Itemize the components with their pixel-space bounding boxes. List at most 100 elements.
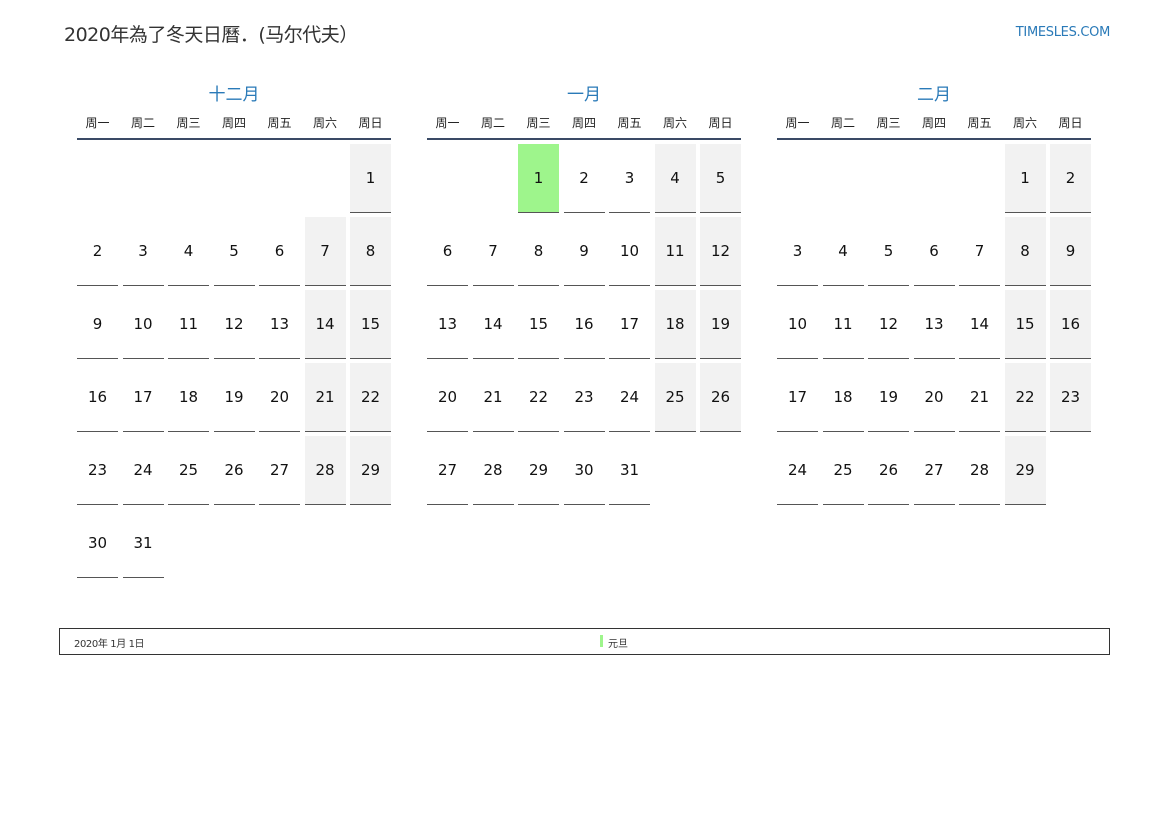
day-cell[interactable]: 28: [959, 436, 1000, 505]
day-cell[interactable]: 1: [350, 144, 391, 213]
day-cell[interactable]: 18: [822, 363, 864, 432]
day-cell[interactable]: 3: [777, 217, 818, 286]
day-cell[interactable]: 27: [913, 436, 955, 505]
empty-cell: [655, 436, 696, 504]
holiday-date: 2020年 1月 1日: [74, 639, 145, 650]
day-cell[interactable]: 19: [213, 363, 255, 432]
day-cell[interactable]: 25: [168, 436, 209, 505]
day-cell[interactable]: 11: [168, 290, 209, 359]
day-cell[interactable]: 5: [700, 144, 741, 213]
day-cell[interactable]: 22: [1004, 363, 1046, 432]
day-cell[interactable]: 27: [259, 436, 300, 505]
day-cell[interactable]: 31: [122, 509, 164, 578]
day-grid: 1 2 3 4 5 6 7 8 9 10 11 12 13 14 15 16 17 18 19 20 21 22 23 24 2…: [777, 144, 1091, 505]
day-cell[interactable]: 6: [259, 217, 300, 286]
day-cell[interactable]: 17: [777, 363, 818, 432]
day-cell[interactable]: 5: [213, 217, 255, 286]
day-cell[interactable]: 14: [472, 290, 514, 359]
day-cell[interactable]: 18: [168, 363, 209, 432]
day-cell[interactable]: 15: [518, 290, 559, 359]
day-cell[interactable]: 1: [1004, 144, 1046, 213]
day-cell[interactable]: 26: [700, 363, 741, 432]
day-cell[interactable]: 16: [1050, 290, 1091, 359]
day-cell[interactable]: 19: [868, 363, 909, 432]
day-cell[interactable]: 14: [304, 290, 346, 359]
day-cell[interactable]: 14: [959, 290, 1000, 359]
day-cell[interactable]: 18: [654, 290, 696, 359]
day-cell[interactable]: 17: [609, 290, 650, 359]
day-cell[interactable]: 5: [868, 217, 909, 286]
day-cell[interactable]: 23: [563, 363, 605, 432]
day-cell[interactable]: 9: [77, 290, 118, 359]
day-cell[interactable]: 24: [609, 363, 650, 432]
day-cell[interactable]: 20: [913, 363, 955, 432]
day-cell[interactable]: 3: [122, 217, 164, 286]
day-cell[interactable]: 4: [654, 144, 696, 213]
day-cell[interactable]: 30: [77, 509, 118, 578]
day-cell[interactable]: 27: [427, 436, 468, 505]
day-cell[interactable]: 29: [1004, 436, 1046, 505]
day-cell[interactable]: 3: [609, 144, 650, 213]
day-cell[interactable]: 25: [654, 363, 696, 432]
day-cell[interactable]: 28: [304, 436, 346, 505]
day-cell[interactable]: 11: [822, 290, 864, 359]
day-cell[interactable]: 7: [304, 217, 346, 286]
day-cell[interactable]: 25: [822, 436, 864, 505]
day-cell[interactable]: 4: [822, 217, 864, 286]
day-cell[interactable]: 20: [427, 363, 468, 432]
day-cell[interactable]: 15: [1004, 290, 1046, 359]
day-cell[interactable]: 10: [122, 290, 164, 359]
day-cell[interactable]: 20: [259, 363, 300, 432]
week-row: 12: [777, 144, 1091, 213]
day-cell[interactable]: 8: [1004, 217, 1046, 286]
day-cell[interactable]: 9: [563, 217, 605, 286]
weekday-label: 周四: [571, 116, 596, 130]
day-cell[interactable]: 17: [122, 363, 164, 432]
day-cell[interactable]: 4: [168, 217, 209, 286]
day-cell[interactable]: 8: [518, 217, 559, 286]
day-cell[interactable]: 23: [1050, 363, 1091, 432]
day-cell[interactable]: 2: [77, 217, 118, 286]
day-cell[interactable]: 29: [350, 436, 391, 505]
day-cell[interactable]: 7: [959, 217, 1000, 286]
day-cell[interactable]: 10: [777, 290, 818, 359]
day-cell[interactable]: 24: [122, 436, 164, 505]
weekday-label: 周二: [830, 116, 855, 130]
day-cell[interactable]: 6: [427, 217, 468, 286]
day-cell[interactable]: 10: [609, 217, 650, 286]
day-cell[interactable]: 28: [472, 436, 514, 505]
day-cell[interactable]: 9: [1050, 217, 1091, 286]
weekday-label: 周日: [358, 116, 383, 130]
day-cell[interactable]: 31: [609, 436, 650, 505]
day-cell[interactable]: 22: [518, 363, 559, 432]
day-cell[interactable]: 7: [472, 217, 514, 286]
day-cell[interactable]: 23: [77, 436, 118, 505]
day-cell[interactable]: 13: [913, 290, 955, 359]
day-cell[interactable]: 16: [77, 363, 118, 432]
day-cell[interactable]: 6: [913, 217, 955, 286]
day-cell[interactable]: 1: [518, 144, 559, 213]
day-cell[interactable]: 21: [959, 363, 1000, 432]
day-cell[interactable]: 19: [700, 290, 741, 359]
day-cell[interactable]: 12: [868, 290, 909, 359]
day-cell[interactable]: 8: [350, 217, 391, 286]
day-cell[interactable]: 22: [350, 363, 391, 432]
day-cell[interactable]: 11: [654, 217, 696, 286]
day-cell[interactable]: 2: [1050, 144, 1091, 213]
day-cell[interactable]: 13: [427, 290, 468, 359]
day-cell[interactable]: 26: [213, 436, 255, 505]
day-cell[interactable]: 24: [777, 436, 818, 505]
day-cell[interactable]: 16: [563, 290, 605, 359]
day-cell[interactable]: 12: [700, 217, 741, 286]
day-cell[interactable]: 15: [350, 290, 391, 359]
day-cell[interactable]: 13: [259, 290, 300, 359]
day-cell[interactable]: 30: [563, 436, 605, 505]
day-cell[interactable]: 12: [213, 290, 255, 359]
site-link[interactable]: TIMESLES.COM: [1016, 25, 1111, 40]
day-cell[interactable]: 21: [304, 363, 346, 432]
day-cell[interactable]: 29: [518, 436, 559, 505]
week-row: 27 28 29 30 31: [427, 436, 741, 505]
day-cell[interactable]: 26: [868, 436, 909, 505]
day-cell[interactable]: 21: [472, 363, 514, 432]
day-cell[interactable]: 2: [563, 144, 605, 213]
